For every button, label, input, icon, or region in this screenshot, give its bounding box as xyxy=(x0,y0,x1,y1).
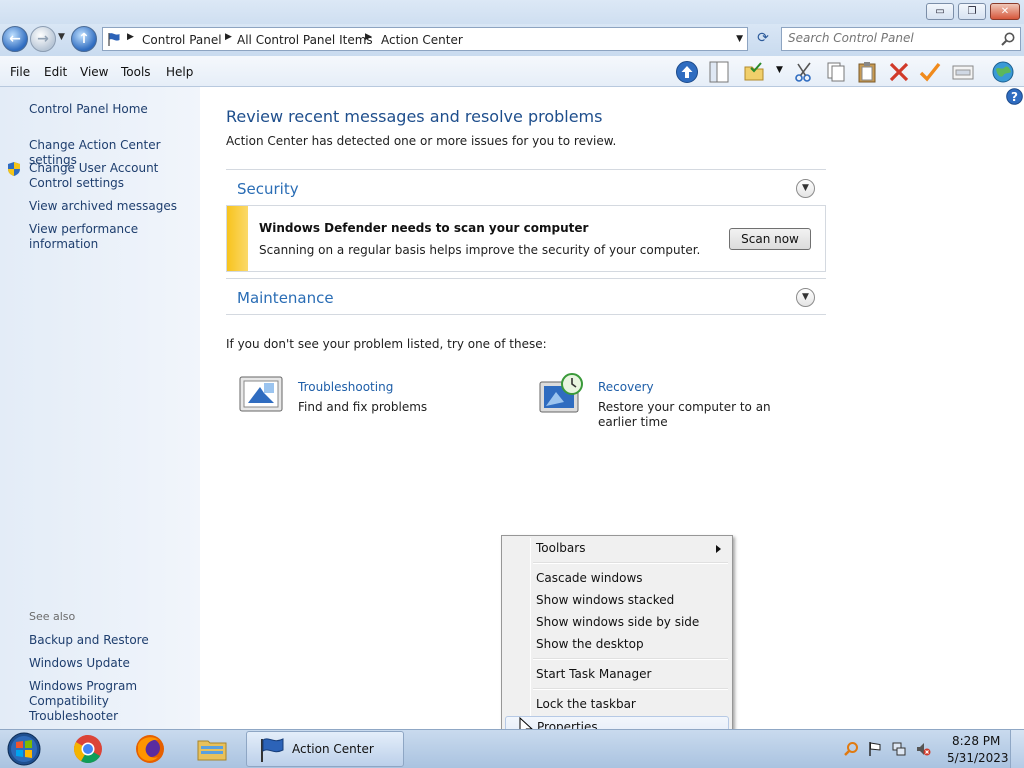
security-label: Security xyxy=(237,180,299,198)
taskbar-context-menu: Toolbars Cascade windows Show windows st… xyxy=(501,535,733,740)
recovery-link[interactable]: Recovery xyxy=(598,380,654,394)
page-subtitle: Action Center has detected one or more i… xyxy=(226,134,617,148)
menu-item-show-windows-stacked[interactable]: Show windows stacked xyxy=(505,590,729,611)
delete-icon[interactable] xyxy=(887,60,911,84)
folders-pane-icon[interactable] xyxy=(707,60,731,84)
chevron-down-icon[interactable]: ▼ xyxy=(796,288,815,307)
troubleshooting-icon[interactable] xyxy=(238,375,284,415)
minimize-button[interactable]: ▭ xyxy=(926,3,954,20)
view-performance-information-link[interactable]: View performance information xyxy=(29,222,197,252)
control-panel-home-link[interactable]: Control Panel Home xyxy=(29,102,197,117)
action-center-flag-icon xyxy=(108,33,120,46)
up-button[interactable]: ↑ xyxy=(71,26,97,52)
menu-file[interactable]: File xyxy=(10,65,30,79)
maintenance-section-header[interactable]: Maintenance ▼ xyxy=(226,278,826,314)
menu-item-show-the-desktop[interactable]: Show the desktop xyxy=(505,634,729,655)
windows-update-link[interactable]: Windows Update xyxy=(29,656,197,671)
menu-edit[interactable]: Edit xyxy=(44,65,67,79)
action-center-flag-icon xyxy=(261,738,284,762)
address-dropdown-icon[interactable]: ▼ xyxy=(736,34,743,44)
start-button-icon[interactable] xyxy=(4,730,44,768)
menu-item-cascade-windows[interactable]: Cascade windows xyxy=(505,568,729,589)
defender-alert: Windows Defender needs to scan your comp… xyxy=(226,205,826,272)
search-icon[interactable] xyxy=(1000,31,1016,47)
menu-help[interactable]: Help xyxy=(166,65,193,79)
search-box[interactable] xyxy=(781,27,1021,51)
menu-tools[interactable]: Tools xyxy=(121,65,151,79)
checkmark-icon[interactable] xyxy=(918,60,942,84)
clock-date[interactable]: 5/31/2023 xyxy=(947,751,1009,765)
breadcrumb-separator-icon[interactable]: ▶ xyxy=(225,32,232,42)
submenu-arrow-icon xyxy=(716,545,721,553)
menu-separator xyxy=(533,688,728,690)
menu-item-lock-the-taskbar[interactable]: Lock the taskbar xyxy=(505,694,729,715)
address-bar[interactable]: ▶ Control Panel ▶ All Control Panel Item… xyxy=(102,27,748,51)
taskbar-button-action-center[interactable]: Action Center xyxy=(246,731,404,767)
refresh-icon[interactable]: ⟳ xyxy=(752,27,774,51)
menu-separator xyxy=(533,562,728,564)
backup-and-restore-link[interactable]: Backup and Restore xyxy=(29,633,197,648)
search-input[interactable] xyxy=(788,31,988,45)
uac-shield-icon xyxy=(8,162,20,176)
chrome-icon[interactable] xyxy=(72,733,104,765)
troubleshooting-description: Find and fix problems xyxy=(298,400,428,414)
back-button[interactable]: ← xyxy=(2,26,28,52)
alert-description: Scanning on a regular basis helps improv… xyxy=(259,243,701,257)
maintenance-label: Maintenance xyxy=(237,289,334,307)
breadcrumb-control-panel[interactable]: Control Panel xyxy=(142,33,222,47)
taskbar: Action Center 8:28 PM 5/31/2023 xyxy=(0,729,1024,768)
warning-stripe xyxy=(227,206,248,271)
breadcrumb-action-center[interactable]: Action Center xyxy=(381,33,463,47)
magnifier-icon[interactable] xyxy=(843,741,859,757)
folder-check-icon[interactable] xyxy=(742,60,766,84)
cut-icon[interactable] xyxy=(792,60,816,84)
up-arrow-icon[interactable] xyxy=(675,60,699,84)
breadcrumb-separator-icon[interactable]: ▶ xyxy=(127,32,134,42)
paste-icon[interactable] xyxy=(855,60,879,84)
firefox-icon[interactable] xyxy=(134,733,166,765)
taskbar-button-label: Action Center xyxy=(292,742,374,756)
show-desktop-button[interactable] xyxy=(1010,730,1024,768)
compatibility-troubleshooter-link[interactable]: Windows Program Compatibility Troublesho… xyxy=(29,679,197,724)
section-divider xyxy=(226,314,826,315)
properties-icon[interactable] xyxy=(951,60,975,84)
close-button[interactable]: ✕ xyxy=(990,3,1020,20)
recovery-description: Restore your computer to an earlier time xyxy=(598,400,771,429)
menu-view[interactable]: View xyxy=(80,65,108,79)
clock-time[interactable]: 8:28 PM xyxy=(952,734,1000,748)
globe-icon[interactable] xyxy=(991,60,1015,84)
change-uac-settings-link[interactable]: Change User Account Control settings xyxy=(29,161,197,191)
view-archived-messages-link[interactable]: View archived messages xyxy=(29,199,197,214)
history-dropdown-icon[interactable]: ▼ xyxy=(58,32,65,42)
title-bar: ▭ ❐ ✕ xyxy=(0,0,1024,24)
forward-button[interactable]: → xyxy=(30,26,56,52)
menu-item-start-task-manager[interactable]: Start Task Manager xyxy=(505,664,729,685)
file-explorer-icon[interactable] xyxy=(196,733,228,765)
breadcrumb-separator-icon[interactable]: ▶ xyxy=(365,32,372,42)
view-dropdown-icon[interactable]: ▼ xyxy=(776,65,783,75)
security-section-header[interactable]: Security ▼ xyxy=(226,169,826,205)
page-title: Review recent messages and resolve probl… xyxy=(226,107,603,126)
see-also-heading: See also xyxy=(29,610,76,623)
scan-now-button[interactable]: Scan now xyxy=(729,228,811,250)
network-icon[interactable] xyxy=(891,741,907,757)
left-navigation-pane: Control Panel Home Change Action Center … xyxy=(0,87,200,729)
menu-bar: File Edit View Tools Help ▼ xyxy=(0,56,1024,87)
volume-muted-icon[interactable] xyxy=(915,741,931,757)
menu-separator xyxy=(533,658,728,660)
svg-text:?: ? xyxy=(1011,90,1018,104)
chevron-down-icon[interactable]: ▼ xyxy=(796,179,815,198)
navigation-bar: ← → ▼ ↑ ▶ Control Panel ▶ All Control Pa… xyxy=(0,24,1024,56)
copy-icon[interactable] xyxy=(824,60,848,84)
try-these-text: If you don't see your problem listed, tr… xyxy=(226,337,547,351)
action-center-tray-icon[interactable] xyxy=(867,741,883,757)
menu-item-toolbars[interactable]: Toolbars xyxy=(505,538,729,559)
alert-title: Windows Defender needs to scan your comp… xyxy=(259,221,589,235)
help-icon[interactable]: ? xyxy=(1006,88,1023,105)
recovery-icon[interactable] xyxy=(536,372,586,418)
breadcrumb-all-items[interactable]: All Control Panel Items xyxy=(237,33,373,47)
maximize-button[interactable]: ❐ xyxy=(958,3,986,20)
troubleshooting-link[interactable]: Troubleshooting xyxy=(298,380,393,394)
menu-item-show-windows-side-by-side[interactable]: Show windows side by side xyxy=(505,612,729,633)
